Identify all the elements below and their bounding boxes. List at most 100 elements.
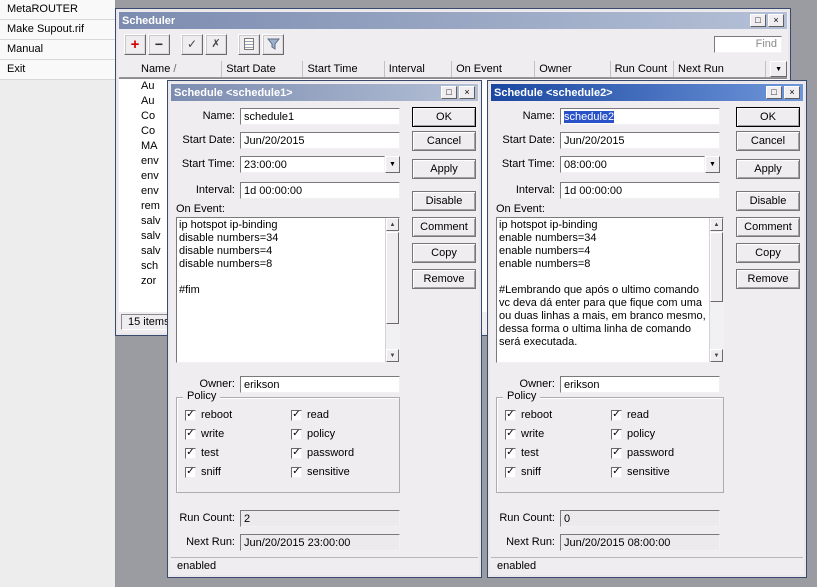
check-icon: ✓	[612, 448, 620, 458]
disable-button[interactable]: ✗	[205, 34, 227, 55]
maximize-button[interactable]: □	[441, 86, 457, 99]
column-header-on-event[interactable]: On Event	[452, 61, 535, 77]
column-header-start-time[interactable]: Start Time	[303, 61, 384, 77]
policy-checkbox-write[interactable]: ✓write	[185, 427, 224, 441]
policy-checkbox-read[interactable]: ✓read	[291, 408, 329, 422]
scroll-up-icon[interactable]: ▲	[710, 218, 723, 231]
owner-field[interactable]: erikson	[560, 376, 720, 393]
comment-button[interactable]: Comment	[412, 217, 476, 237]
column-header-owner[interactable]: Owner	[535, 61, 610, 77]
enable-button[interactable]: ✓	[181, 34, 203, 55]
policy-checkbox-test[interactable]: ✓test	[185, 446, 219, 460]
close-button[interactable]: ×	[459, 86, 475, 99]
sidebar-item-metarouter[interactable]: MetaROUTER	[0, 0, 115, 20]
start-time-field[interactable]: 08:00:00	[560, 156, 705, 173]
interval-value: 1d 00:00:00	[564, 185, 622, 197]
add-button[interactable]: +	[124, 34, 146, 55]
apply-button[interactable]: Apply	[736, 159, 800, 179]
run-count-field: 0	[560, 510, 720, 527]
column-header-interval[interactable]: Interval	[385, 61, 452, 77]
check-icon: ✓	[292, 429, 300, 439]
policy-checkbox-test[interactable]: ✓test	[505, 446, 539, 460]
start-time-value: 08:00:00	[564, 159, 607, 171]
start-date-field[interactable]: Jun/20/2015	[560, 132, 720, 149]
column-header-run-count[interactable]: Run Count	[611, 61, 674, 77]
interval-field[interactable]: 1d 00:00:00	[560, 182, 720, 199]
scroll-down-icon[interactable]: ▼	[386, 349, 399, 362]
close-button[interactable]: ×	[784, 86, 800, 99]
scrollbar-thumb[interactable]	[386, 232, 399, 324]
policy-checkbox-write[interactable]: ✓write	[505, 427, 544, 441]
check-icon: ✓	[187, 38, 197, 50]
remove-button[interactable]: −	[148, 34, 170, 55]
name-field[interactable]: schedule1	[240, 108, 400, 125]
sidebar-item-exit[interactable]: Exit	[0, 60, 115, 80]
maximize-button[interactable]: □	[766, 86, 782, 99]
check-icon: ✓	[186, 448, 194, 458]
owner-label: Owner:	[493, 378, 555, 390]
scrollbar[interactable]: ▲ ▼	[385, 218, 399, 362]
policy-checkbox-sensitive[interactable]: ✓sensitive	[291, 465, 350, 479]
titlebar-buttons: □ ×	[748, 14, 784, 27]
column-menu-button[interactable]: ▼	[770, 61, 787, 77]
column-header-next-run[interactable]: Next Run	[674, 61, 766, 77]
scroll-up-icon[interactable]: ▲	[386, 218, 399, 231]
column-label: Owner	[539, 63, 571, 75]
policy-group: Policy ✓reboot ✓write ✓test ✓sniff ✓read…	[496, 397, 724, 493]
on-event-textarea[interactable]: ip hotspot ip-binding disable numbers=34…	[176, 217, 400, 363]
name-field[interactable]: schedule2	[560, 108, 720, 125]
policy-checkbox-sniff[interactable]: ✓sniff	[185, 465, 221, 479]
owner-value: erikson	[244, 379, 279, 391]
policy-checkbox-read[interactable]: ✓read	[611, 408, 649, 422]
remove-button[interactable]: Remove	[736, 269, 800, 289]
policy-checkbox-reboot[interactable]: ✓reboot	[185, 408, 232, 422]
ok-button[interactable]: OK	[412, 107, 476, 127]
sidebar-item-make-supout[interactable]: Make Supout.rif	[0, 20, 115, 40]
policy-checkbox-sniff[interactable]: ✓sniff	[505, 465, 541, 479]
name-label: Name:	[173, 110, 235, 122]
sidebar-item-manual[interactable]: Manual	[0, 40, 115, 60]
start-time-dropdown-button[interactable]: ▼	[385, 156, 400, 173]
cancel-button[interactable]: Cancel	[412, 131, 476, 151]
filter-button[interactable]	[262, 34, 284, 55]
name-row: Name: schedule2	[493, 107, 720, 125]
checkbox: ✓	[185, 467, 196, 478]
on-event-textarea[interactable]: ip hotspot ip-binding enable numbers=34 …	[496, 217, 724, 363]
column-header-name[interactable]: Name/	[119, 61, 222, 77]
policy-checkbox-password[interactable]: ✓password	[611, 446, 674, 460]
start-date-field[interactable]: Jun/20/2015	[240, 132, 400, 149]
ok-button[interactable]: OK	[736, 107, 800, 127]
policy-checkbox-password[interactable]: ✓password	[291, 446, 354, 460]
find-input[interactable]	[714, 36, 782, 53]
start-time-field[interactable]: 23:00:00	[240, 156, 385, 173]
scheduler-titlebar[interactable]: Scheduler □ ×	[119, 12, 787, 29]
start-time-dropdown-button[interactable]: ▼	[705, 156, 720, 173]
disable-button[interactable]: Disable	[412, 191, 476, 211]
disable-button[interactable]: Disable	[736, 191, 800, 211]
titlebar-buttons: □ ×	[439, 86, 475, 99]
apply-button[interactable]: Apply	[412, 159, 476, 179]
remove-button[interactable]: Remove	[412, 269, 476, 289]
scroll-down-icon[interactable]: ▼	[710, 349, 723, 362]
interval-label: Interval:	[173, 184, 235, 196]
scrollbar[interactable]: ▲ ▼	[709, 218, 723, 362]
policy-checkbox-sensitive[interactable]: ✓sensitive	[611, 465, 670, 479]
column-header-start-date[interactable]: Start Date	[222, 61, 303, 77]
scheduler-title: Scheduler	[122, 15, 748, 27]
scrollbar-thumb[interactable]	[710, 232, 723, 302]
copy-button[interactable]: Copy	[736, 243, 800, 263]
policy-checkbox-policy[interactable]: ✓policy	[611, 427, 655, 441]
close-button[interactable]: ×	[768, 14, 784, 27]
cancel-button[interactable]: Cancel	[736, 131, 800, 151]
owner-field[interactable]: erikson	[240, 376, 400, 393]
policy-checkbox-reboot[interactable]: ✓reboot	[505, 408, 552, 422]
schedule2-titlebar[interactable]: Schedule <schedule2> □ ×	[491, 84, 803, 101]
copy-button[interactable]: Copy	[412, 243, 476, 263]
maximize-button[interactable]: □	[750, 14, 766, 27]
column-label: Start Time	[307, 63, 357, 75]
comment-button[interactable]	[238, 34, 260, 55]
policy-checkbox-policy[interactable]: ✓policy	[291, 427, 335, 441]
comment-button[interactable]: Comment	[736, 217, 800, 237]
schedule1-titlebar[interactable]: Schedule <schedule1> □ ×	[171, 84, 478, 101]
interval-field[interactable]: 1d 00:00:00	[240, 182, 400, 199]
